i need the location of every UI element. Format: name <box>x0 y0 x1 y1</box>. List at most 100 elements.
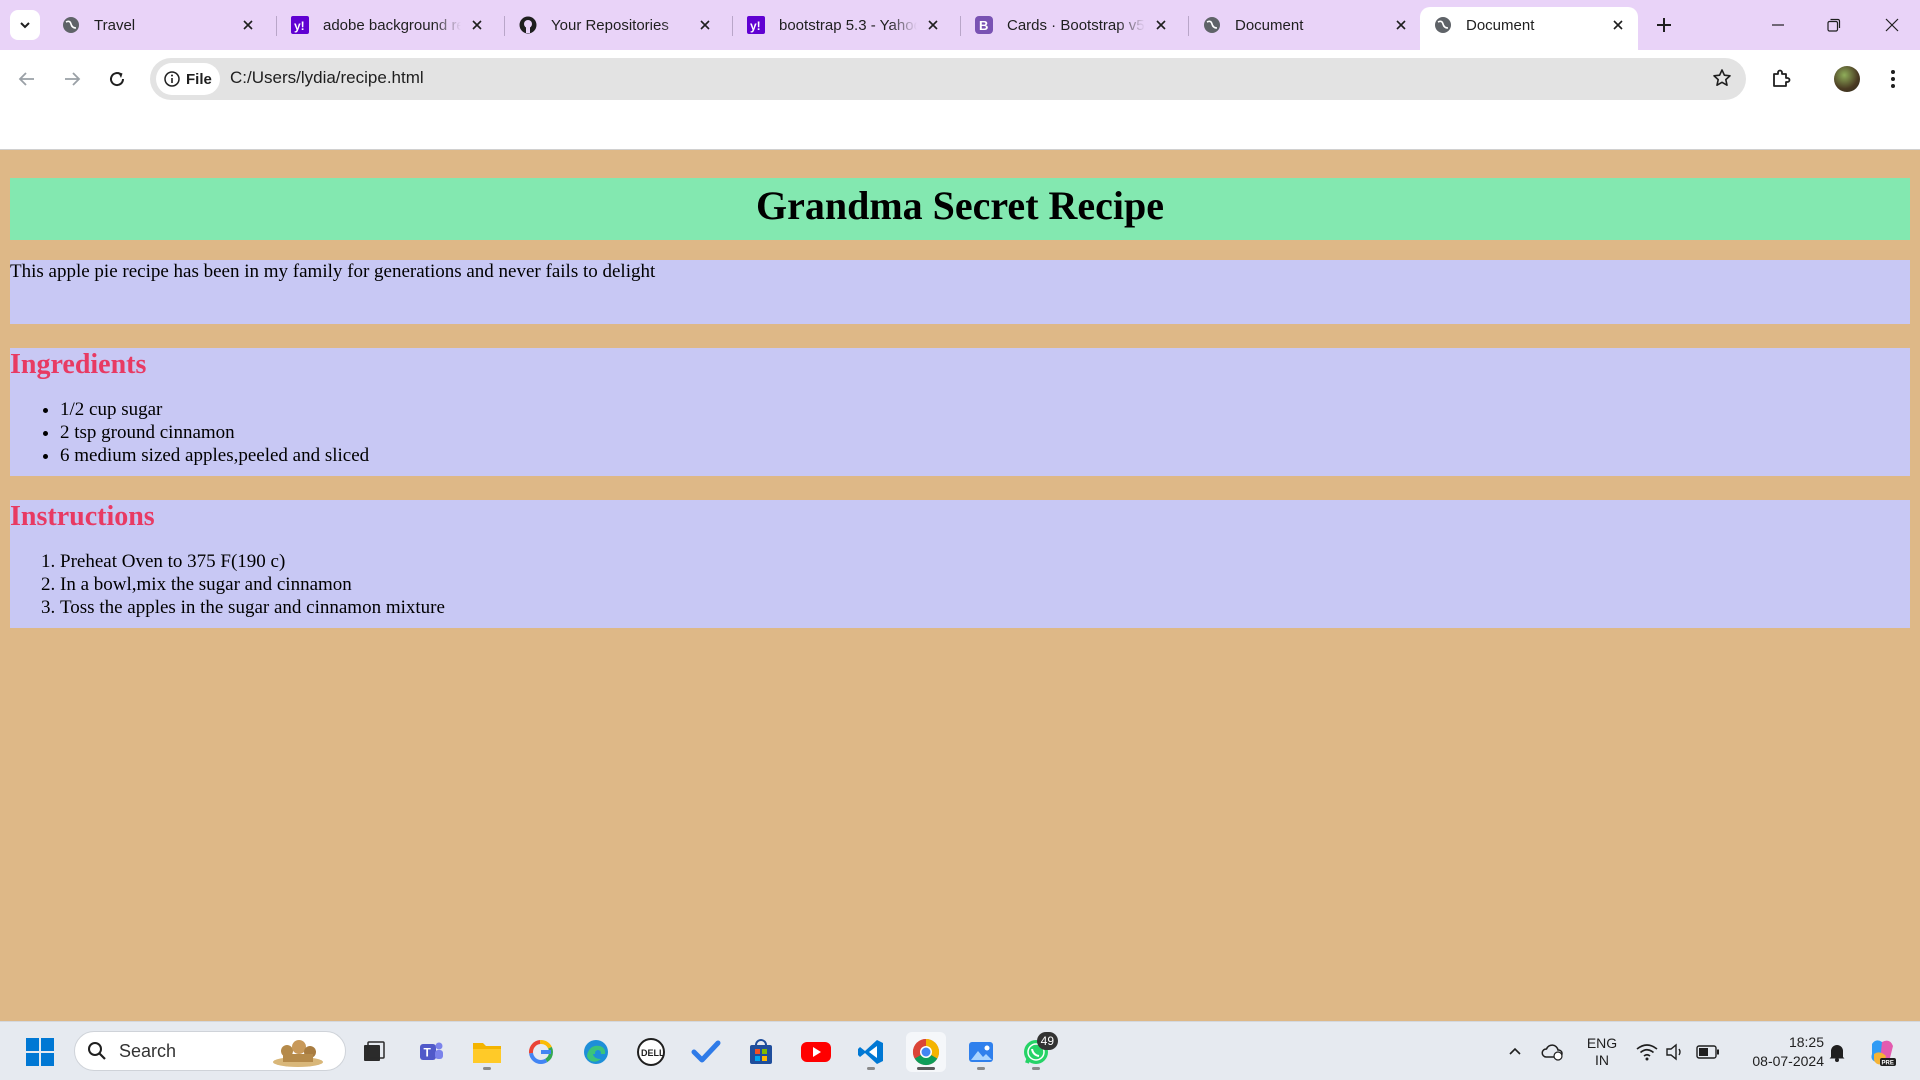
battery-icon <box>1696 1044 1719 1059</box>
running-indicator <box>483 1067 491 1070</box>
globe-icon <box>1434 16 1452 34</box>
menu-button[interactable] <box>1878 64 1908 94</box>
close-tab-icon[interactable] <box>695 15 715 35</box>
region-label: IN <box>1595 1051 1609 1068</box>
copilot-button[interactable]: PRE <box>1862 1022 1902 1080</box>
store-app[interactable] <box>741 1032 781 1072</box>
vscode-icon <box>858 1040 883 1064</box>
photos-app[interactable] <box>961 1032 1001 1072</box>
tab-search-button[interactable] <box>10 10 40 40</box>
instructions-list: Preheat Oven to 375 F(190 c) In a bowl,m… <box>10 550 1910 619</box>
onedrive-tray[interactable] <box>1538 1022 1568 1080</box>
clock[interactable]: 18:25 08-07-2024 <box>1734 1022 1824 1080</box>
arrow-left-icon <box>18 72 34 86</box>
extensions-button[interactable] <box>1766 64 1796 94</box>
cloud-sync-icon <box>1541 1043 1563 1061</box>
teams-app[interactable]: T <box>411 1032 451 1072</box>
close-tab-icon[interactable] <box>1151 15 1171 35</box>
edge-app[interactable] <box>576 1032 616 1072</box>
globe-icon <box>1203 16 1221 34</box>
tab-title: Your Repositories <box>551 16 669 34</box>
tab-document-active[interactable]: Document <box>1420 7 1638 50</box>
yahoo-icon: y! <box>291 16 309 34</box>
svg-text:y!: y! <box>750 19 761 33</box>
browser-toolbar: File C:/Users/lydia/recipe.html <box>0 50 1920 108</box>
tab-title: Cards · Bootstrap v5. <box>1007 16 1145 34</box>
todo-app[interactable] <box>686 1032 726 1072</box>
list-item: 2 tsp ground cinnamon <box>60 421 1910 444</box>
list-item: In a bowl,mix the sugar and cinnamon <box>60 573 1910 596</box>
yahoo-icon: y! <box>747 16 765 34</box>
windows-icon <box>26 1038 54 1066</box>
close-tab-icon[interactable] <box>1608 15 1628 35</box>
vscode-app[interactable] <box>851 1032 891 1072</box>
tab-strip: Travel y! adobe background re Your Repos… <box>0 0 1920 50</box>
github-icon <box>519 16 537 34</box>
folder-icon <box>473 1043 501 1063</box>
site-info-chip[interactable]: File <box>156 63 220 95</box>
bell-icon <box>1829 1044 1845 1062</box>
url-text[interactable]: C:/Users/lydia/recipe.html <box>230 68 424 88</box>
start-button[interactable] <box>20 1032 60 1072</box>
tab-title: Document <box>1466 16 1535 34</box>
copilot-icon: PRE <box>1871 1039 1896 1066</box>
chrome-icon <box>912 1038 940 1066</box>
back-button[interactable] <box>12 64 42 94</box>
google-icon <box>529 1040 553 1064</box>
taskbar: Search T DELL 49 ENG IN 18:25 08-07-2024… <box>0 1021 1920 1080</box>
file-explorer-app[interactable] <box>467 1032 507 1072</box>
task-view-icon <box>364 1041 385 1061</box>
new-tab-button[interactable] <box>1649 10 1679 40</box>
show-hidden-icons-button[interactable] <box>1500 1022 1530 1080</box>
running-indicator <box>917 1067 935 1070</box>
more-vertical-icon <box>1891 70 1895 88</box>
youtube-app[interactable] <box>796 1032 836 1072</box>
instructions-heading: Instructions <box>10 501 155 532</box>
tab-your-repositories[interactable]: Your Repositories <box>505 7 725 43</box>
tab-travel[interactable]: Travel <box>48 7 268 43</box>
tab-bootstrap-yahoo[interactable]: y! bootstrap 5.3 - Yahoo <box>733 7 953 43</box>
whatsapp-app[interactable]: 49 <box>1016 1032 1058 1072</box>
avatar <box>1834 66 1860 92</box>
running-indicator <box>977 1067 985 1070</box>
taskbar-search[interactable]: Search <box>74 1031 346 1071</box>
running-indicator <box>867 1067 875 1070</box>
close-window-button[interactable] <box>1864 0 1920 50</box>
tab-title: bootstrap 5.3 - Yahoo <box>779 16 917 34</box>
dell-icon: DELL <box>637 1038 665 1066</box>
running-indicator <box>1032 1067 1040 1070</box>
intro-paragraph: This apple pie recipe has been in my fam… <box>10 260 1910 324</box>
restore-button[interactable] <box>1806 0 1862 50</box>
task-view-button[interactable] <box>354 1032 394 1072</box>
forward-button[interactable] <box>57 64 87 94</box>
battery-tray[interactable] <box>1692 1022 1724 1080</box>
close-tab-icon[interactable] <box>467 15 487 35</box>
bookmarks-bar-area <box>0 108 1920 150</box>
tab-document[interactable]: Document <box>1189 7 1421 43</box>
minimize-button[interactable] <box>1750 0 1806 50</box>
chrome-app[interactable] <box>906 1032 946 1072</box>
close-tab-icon[interactable] <box>1391 15 1411 35</box>
tab-adobe-background[interactable]: y! adobe background re <box>277 7 497 43</box>
plus-icon <box>1657 18 1671 32</box>
svg-text:B: B <box>979 18 988 33</box>
wifi-tray[interactable] <box>1632 1022 1662 1080</box>
address-bar[interactable]: File C:/Users/lydia/recipe.html <box>150 58 1746 100</box>
list-item: Preheat Oven to 375 F(190 c) <box>60 550 1910 573</box>
notifications-button[interactable] <box>1822 1022 1852 1080</box>
profile-button[interactable] <box>1832 64 1862 94</box>
bookmark-star-icon[interactable] <box>1712 68 1732 93</box>
reload-button[interactable] <box>102 64 132 94</box>
clock-time: 18:25 <box>1788 1033 1824 1050</box>
search-highlight-icon <box>271 1036 337 1073</box>
google-app[interactable] <box>521 1032 561 1072</box>
close-tab-icon[interactable] <box>238 15 258 35</box>
close-tab-icon[interactable] <box>923 15 943 35</box>
globe-icon <box>62 16 80 34</box>
reload-icon <box>110 72 125 87</box>
volume-tray[interactable] <box>1660 1022 1690 1080</box>
language-indicator[interactable]: ENG IN <box>1580 1022 1624 1080</box>
tab-cards-bootstrap[interactable]: B Cards · Bootstrap v5. <box>961 7 1181 43</box>
dell-app[interactable]: DELL <box>631 1032 671 1072</box>
ingredients-heading: Ingredients <box>10 349 147 380</box>
